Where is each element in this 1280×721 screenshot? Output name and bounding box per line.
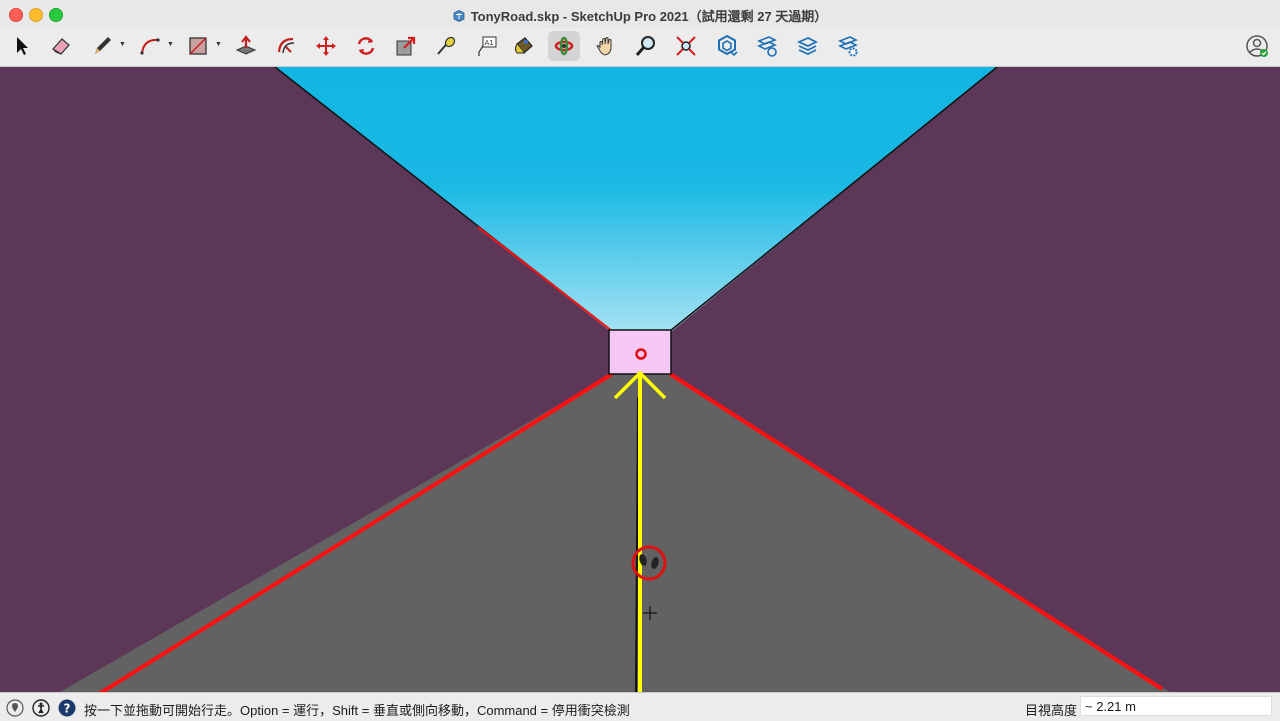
rectangle-icon: [189, 37, 207, 55]
extension-manager-tool[interactable]: [832, 31, 864, 61]
zoom-extents-tool[interactable]: [670, 31, 702, 61]
layout-icon: [796, 37, 818, 55]
paint-bucket-icon: [515, 37, 533, 54]
status-bar: ? 按一下並拖動可開始行走。Option = 運行，Shift = 垂直或側向移…: [0, 692, 1280, 721]
zoom-extents-icon: [676, 36, 696, 56]
text-icon: A1: [478, 36, 497, 56]
orbit-tool[interactable]: [548, 31, 580, 61]
move-icon: [316, 36, 336, 56]
pink-cube-end: [608, 329, 672, 375]
rotate-tool[interactable]: [350, 31, 382, 61]
pencil-dropdown-caret[interactable]: ▼: [119, 41, 126, 48]
title-bar: TonyRoad.skp - SketchUp Pro 2021（試用還剩 27…: [0, 0, 1280, 28]
eraser-tool[interactable]: [45, 31, 77, 61]
extension-warehouse-tool[interactable]: [751, 31, 783, 61]
scale-icon: [396, 36, 416, 56]
svg-text:?: ?: [64, 702, 71, 716]
scene-canvas[interactable]: [0, 67, 1280, 692]
orbit-icon: [554, 36, 574, 56]
arrow-cursor-icon: [17, 37, 28, 55]
measurements-box-value[interactable]: ~ 2.21 m: [1080, 696, 1272, 716]
offset-icon: [277, 37, 295, 54]
paint-bucket-tool[interactable]: [508, 31, 540, 61]
push-pull-tool[interactable]: [230, 31, 262, 61]
scale-tool[interactable]: [390, 31, 422, 61]
user-account-button[interactable]: [1241, 31, 1273, 61]
push-pull-icon: [235, 35, 257, 55]
tape-measure-icon: [437, 36, 456, 55]
rectangle-tool[interactable]: [182, 31, 214, 61]
credits-icon[interactable]: [32, 699, 50, 717]
model-viewport[interactable]: [0, 67, 1280, 692]
arc-dropdown-caret[interactable]: ▼: [167, 41, 174, 48]
pan-tool[interactable]: [590, 31, 622, 61]
eye-height-label: 目視高度: [1025, 703, 1078, 718]
arc-tool[interactable]: [134, 31, 166, 61]
pencil-tool[interactable]: [86, 31, 118, 61]
tape-measure-tool[interactable]: [430, 31, 462, 61]
window-title-container: TonyRoad.skp - SketchUp Pro 2021（試用還剩 27…: [0, 6, 1280, 25]
offset-tool[interactable]: [270, 31, 302, 61]
svg-text:A1: A1: [485, 39, 494, 47]
user-account-icon: [1246, 35, 1268, 57]
zoom-tool[interactable]: [630, 31, 662, 61]
geolocation-icon[interactable]: [6, 699, 24, 717]
extension-manager-icon: [838, 36, 858, 57]
select-tool[interactable]: [6, 31, 38, 61]
layout-send-tool[interactable]: [792, 31, 824, 61]
move-tool[interactable]: [310, 31, 342, 61]
hand-icon: [596, 37, 612, 56]
rectangle-dropdown-caret[interactable]: ▼: [215, 41, 222, 48]
3d-warehouse-tool[interactable]: [711, 31, 743, 61]
warehouse-icon: [718, 34, 738, 57]
pencil-icon: [95, 37, 111, 54]
extension-warehouse-icon: [757, 36, 777, 57]
arc-icon: [140, 38, 160, 55]
sketchup-document-icon: [453, 10, 465, 22]
rotate-icon: [357, 37, 375, 55]
window-title: TonyRoad.skp - SketchUp Pro 2021（試用還剩 27…: [470, 9, 828, 24]
eraser-icon: [52, 38, 70, 55]
help-icon[interactable]: ?: [58, 699, 76, 717]
status-message: 按一下並拖動可開始行走。Option = 運行，Shift = 垂直或側向移動，…: [84, 703, 630, 718]
text-tool[interactable]: A1: [471, 31, 503, 61]
main-toolbar: ▼ ▼ ▼ A1: [0, 28, 1280, 67]
magnifier-icon: [635, 36, 655, 56]
